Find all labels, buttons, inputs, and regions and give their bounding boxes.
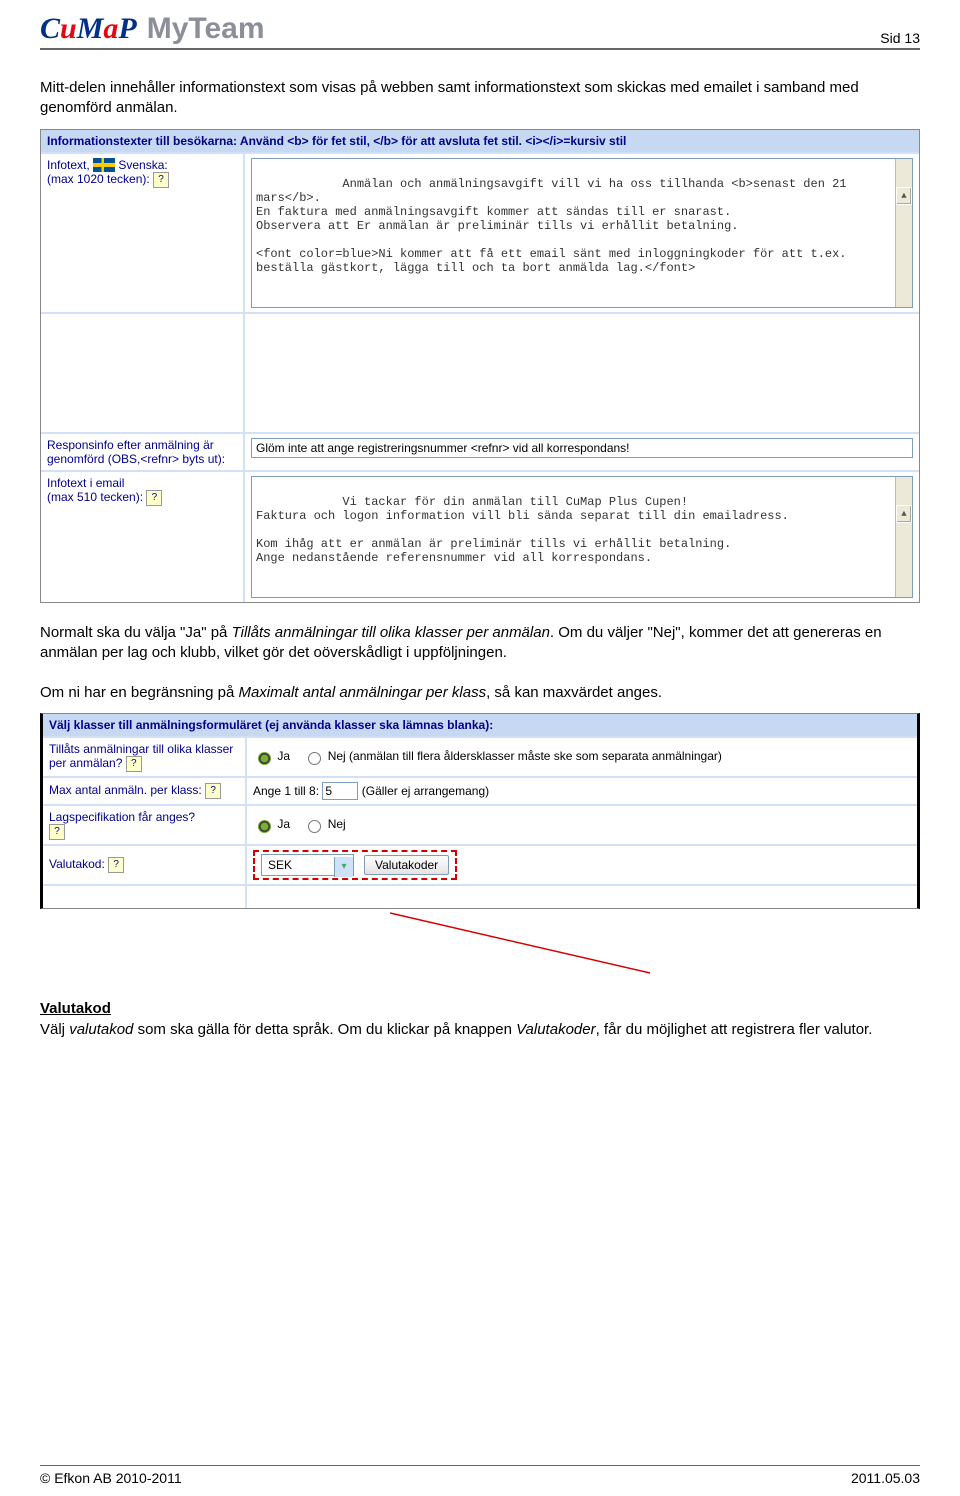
infotext-email-label: Infotext i email (max 510 tecken): ? — [41, 471, 244, 602]
infotext-email-value: Vi tackar för din anmälan till CuMap Plu… — [256, 495, 789, 565]
screenshot-classes: Välj klasser till anmälningsformuläret (… — [40, 713, 920, 909]
mid-paragraph-2: Om ni har en begränsning på Maximalt ant… — [40, 683, 920, 703]
brand-logo: CuMaP MyTeam — [40, 12, 265, 46]
lagspec-ja-radio[interactable]: Ja — [253, 817, 290, 831]
allow-multi-label: Tillåts anmälningar till olika klasser p… — [43, 737, 246, 777]
max-antal-suffix: (Gäller ej arrangemang) — [362, 784, 489, 798]
logo-myteam: MyTeam — [147, 12, 265, 46]
chevron-down-icon[interactable]: ▾ — [334, 857, 353, 877]
valutakod-section: Valutakod Välj valutakod som ska gälla f… — [40, 999, 920, 1040]
valutakod-heading: Valutakod — [40, 1000, 111, 1017]
footer-date: 2011.05.03 — [851, 1470, 920, 1486]
scroll-up-icon[interactable]: ▲ — [896, 187, 912, 205]
valutakod-label: Valutakod: ? — [43, 845, 246, 885]
footer-copyright: © Efkon AB 2010-2011 — [40, 1470, 182, 1486]
intro-paragraph: Mitt-delen innehåller informationstext s… — [40, 78, 920, 119]
max-antal-input[interactable] — [322, 782, 358, 800]
infotexts-header: Informationstexter till besökarna: Använ… — [41, 130, 919, 152]
scroll-up-icon[interactable]: ▲ — [896, 505, 912, 523]
screenshot-infotexts: Informationstexter till besökarna: Använ… — [40, 129, 920, 603]
responsinfo-label: Responsinfo efter anmälning är genomförd… — [41, 433, 244, 471]
help-icon[interactable]: ? — [153, 172, 169, 188]
page-header: CuMaP MyTeam Sid 13 — [40, 12, 920, 50]
max-antal-prefix: Ange 1 till 8: — [253, 784, 319, 798]
valutakoder-button[interactable]: Valutakoder — [364, 855, 449, 875]
mid-paragraph-1: Normalt ska du välja "Ja" på Tillåts anm… — [40, 623, 920, 664]
logo-cumap: CuMaP — [40, 12, 137, 46]
allow-multi-ja-radio[interactable]: Ja — [253, 749, 290, 763]
infotext-email-textarea[interactable]: Vi tackar för din anmälan till CuMap Plu… — [251, 476, 913, 598]
flag-se-icon — [93, 158, 115, 172]
infotext-sv-textarea[interactable]: Anmälan och anmälningsavgift vill vi ha … — [251, 158, 913, 308]
valutakod-highlight: SEK▾ Valutakoder — [253, 850, 457, 880]
scrollbar[interactable]: ▲ — [895, 477, 912, 597]
classes-header: Välj klasser till anmälningsformuläret (… — [43, 714, 917, 736]
lagspec-nej-radio[interactable]: Nej — [303, 817, 345, 831]
scrollbar[interactable]: ▲ — [895, 159, 912, 307]
page-number: Sid 13 — [880, 30, 920, 46]
allow-multi-nej-radio[interactable]: Nej (anmälan till flera åldersklasser må… — [303, 749, 722, 763]
help-icon[interactable]: ? — [205, 783, 221, 799]
max-antal-label: Max antal anmäln. per klass: ? — [43, 777, 246, 805]
responsinfo-input[interactable]: Glöm inte att ange registreringsnummer <… — [251, 438, 913, 458]
help-icon[interactable]: ? — [146, 490, 162, 506]
page-footer: © Efkon AB 2010-2011 2011.05.03 — [40, 1465, 920, 1486]
help-icon[interactable]: ? — [49, 824, 65, 840]
callout-arrow — [40, 909, 920, 979]
infotext-sv-label: Infotext, Svenska: (max 1020 tecken): ? — [41, 153, 244, 313]
infotext-sv-value: Anmälan och anmälningsavgift vill vi ha … — [256, 177, 854, 275]
help-icon[interactable]: ? — [126, 756, 142, 772]
valutakod-select[interactable]: SEK▾ — [261, 854, 354, 876]
help-icon[interactable]: ? — [108, 857, 124, 873]
lagspec-label: Lagspecifikation får anges? ? — [43, 805, 246, 845]
